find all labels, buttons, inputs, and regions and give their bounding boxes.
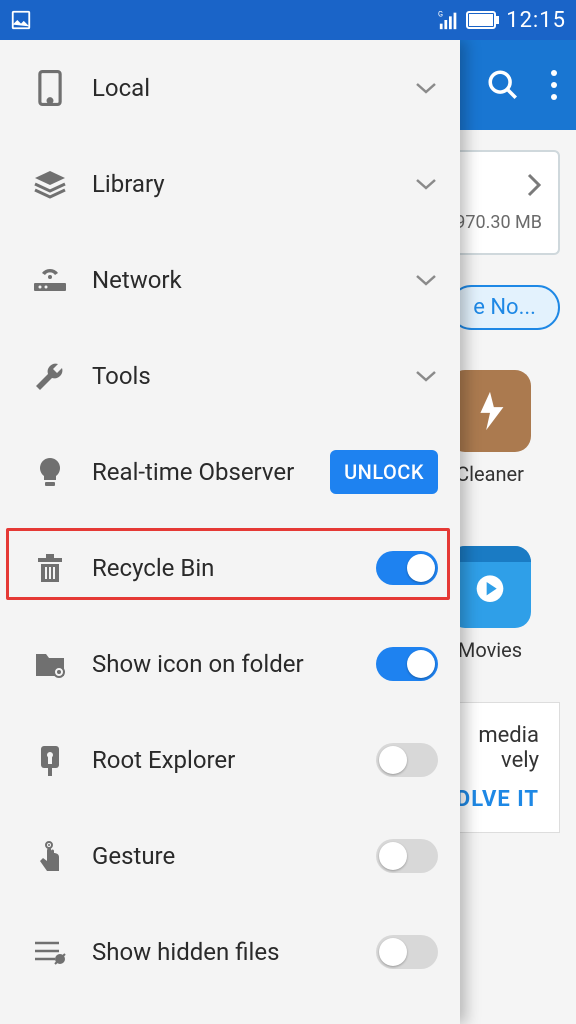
unlock-button[interactable]: UNLOCK [330, 450, 438, 494]
status-bar: G 12:15 [0, 0, 576, 40]
signal-icon: G [438, 9, 460, 31]
gesture-toggle[interactable] [376, 839, 438, 873]
gesture-icon [28, 839, 72, 873]
drawer-item-local[interactable]: Local [0, 40, 460, 136]
recycle-bin-toggle[interactable] [376, 551, 438, 585]
key-icon [28, 744, 72, 776]
picture-icon [10, 9, 32, 31]
root-toggle[interactable] [376, 743, 438, 777]
bulb-icon [28, 456, 72, 488]
navigation-drawer: Local Library Network Tools [0, 40, 460, 1024]
trash-icon [28, 552, 72, 584]
folder-eye-icon [28, 650, 72, 678]
drawer-item-show-icon[interactable]: Show icon on folder [0, 616, 460, 712]
chevron-down-icon [414, 273, 438, 287]
drawer-item-hidden[interactable]: Show hidden files [0, 904, 460, 1000]
drawer-item-gesture[interactable]: Gesture [0, 808, 460, 904]
wrench-icon [28, 360, 72, 392]
notice-button[interactable]: e No... [449, 285, 560, 330]
router-icon [28, 267, 72, 293]
drawer-item-observer[interactable]: Real-time Observer UNLOCK [0, 424, 460, 520]
search-icon[interactable] [486, 68, 520, 102]
status-time: 12:15 [506, 8, 566, 33]
hidden-toggle[interactable] [376, 935, 438, 969]
more-icon[interactable] [550, 69, 558, 101]
drawer-item-recycle-bin[interactable]: Recycle Bin [0, 520, 460, 616]
drawer-item-network[interactable]: Network [0, 232, 460, 328]
hidden-files-icon [28, 939, 72, 965]
phone-icon [28, 69, 72, 107]
app-cleaner[interactable]: Cleaner [449, 370, 531, 486]
svg-text:G: G [438, 9, 443, 18]
chevron-down-icon [414, 177, 438, 191]
chevron-down-icon [414, 81, 438, 95]
layers-icon [28, 169, 72, 199]
app-movies[interactable]: Movies [449, 546, 531, 662]
battery-icon [466, 11, 500, 29]
drawer-item-library[interactable]: Library [0, 136, 460, 232]
show-icon-toggle[interactable] [376, 647, 438, 681]
chevron-down-icon [414, 369, 438, 383]
drawer-item-tools[interactable]: Tools [0, 328, 460, 424]
drawer-item-root[interactable]: Root Explorer [0, 712, 460, 808]
